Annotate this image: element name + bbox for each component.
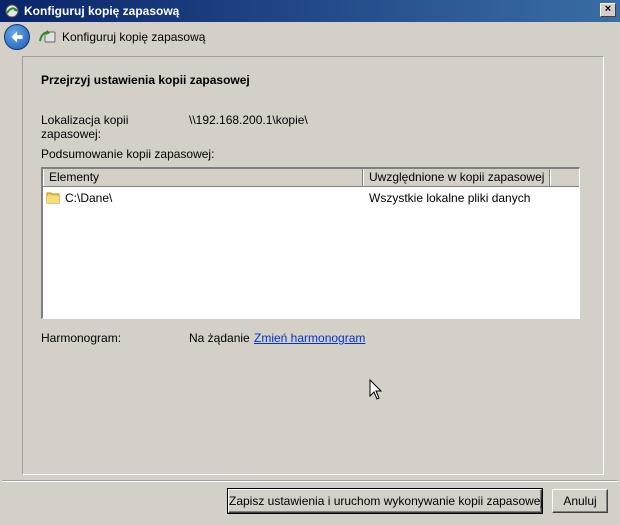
close-button[interactable]: × [600, 3, 616, 17]
row-element-cell: C:\Dane\ [65, 191, 113, 205]
page-heading: Przejrzyj ustawienia kopii zapasowej [41, 73, 250, 87]
settings-panel: Przejrzyj ustawienia kopii zapasowej Lok… [22, 56, 604, 475]
schedule-value: Na żądanie [189, 331, 250, 345]
location-value: \\192.168.200.1\kopie\ [189, 113, 308, 127]
column-header-elements[interactable]: Elementy [43, 169, 363, 186]
nav-title: Konfiguruj kopię zapasową [62, 30, 206, 44]
column-header-included[interactable]: Uwzględnione w kopii zapasowej [363, 169, 550, 186]
dialog-content: Konfiguruj kopię zapasową Przejrzyj usta… [2, 22, 618, 523]
navigation-bar: Konfiguruj kopię zapasową [2, 22, 618, 52]
save-and-run-backup-button[interactable]: Zapisz ustawienia i uruchom wykonywanie … [227, 488, 543, 514]
back-button[interactable] [4, 24, 30, 50]
folder-icon [46, 192, 60, 204]
cancel-button[interactable]: Anuluj [552, 489, 608, 513]
backup-summary-table[interactable]: Elementy Uwzględnione w kopii zapasowej … [41, 167, 580, 319]
mouse-pointer-icon [369, 379, 383, 400]
location-label: Lokalizacja kopii zapasowej: [41, 113, 129, 141]
back-arrow-icon [11, 31, 23, 43]
schedule-label: Harmonogram: [41, 331, 122, 345]
row-included-cell: Wszystkie lokalne pliki danych [369, 191, 531, 205]
backup-app-icon [5, 4, 19, 18]
footer-separator [2, 480, 618, 482]
table-header: Elementy Uwzględnione w kopii zapasowej [43, 169, 579, 187]
window-title: Konfiguruj kopię zapasową [24, 4, 180, 18]
summary-label: Podsumowanie kopii zapasowej: [41, 147, 215, 161]
change-schedule-link[interactable]: Zmień harmonogram [254, 331, 365, 345]
title-bar: Konfiguruj kopię zapasową × [0, 0, 620, 22]
column-header-filler [550, 169, 578, 186]
backup-icon [39, 30, 56, 43]
close-icon: × [604, 3, 612, 15]
table-row[interactable]: C:\Dane\ Wszystkie lokalne pliki danych [43, 189, 579, 207]
